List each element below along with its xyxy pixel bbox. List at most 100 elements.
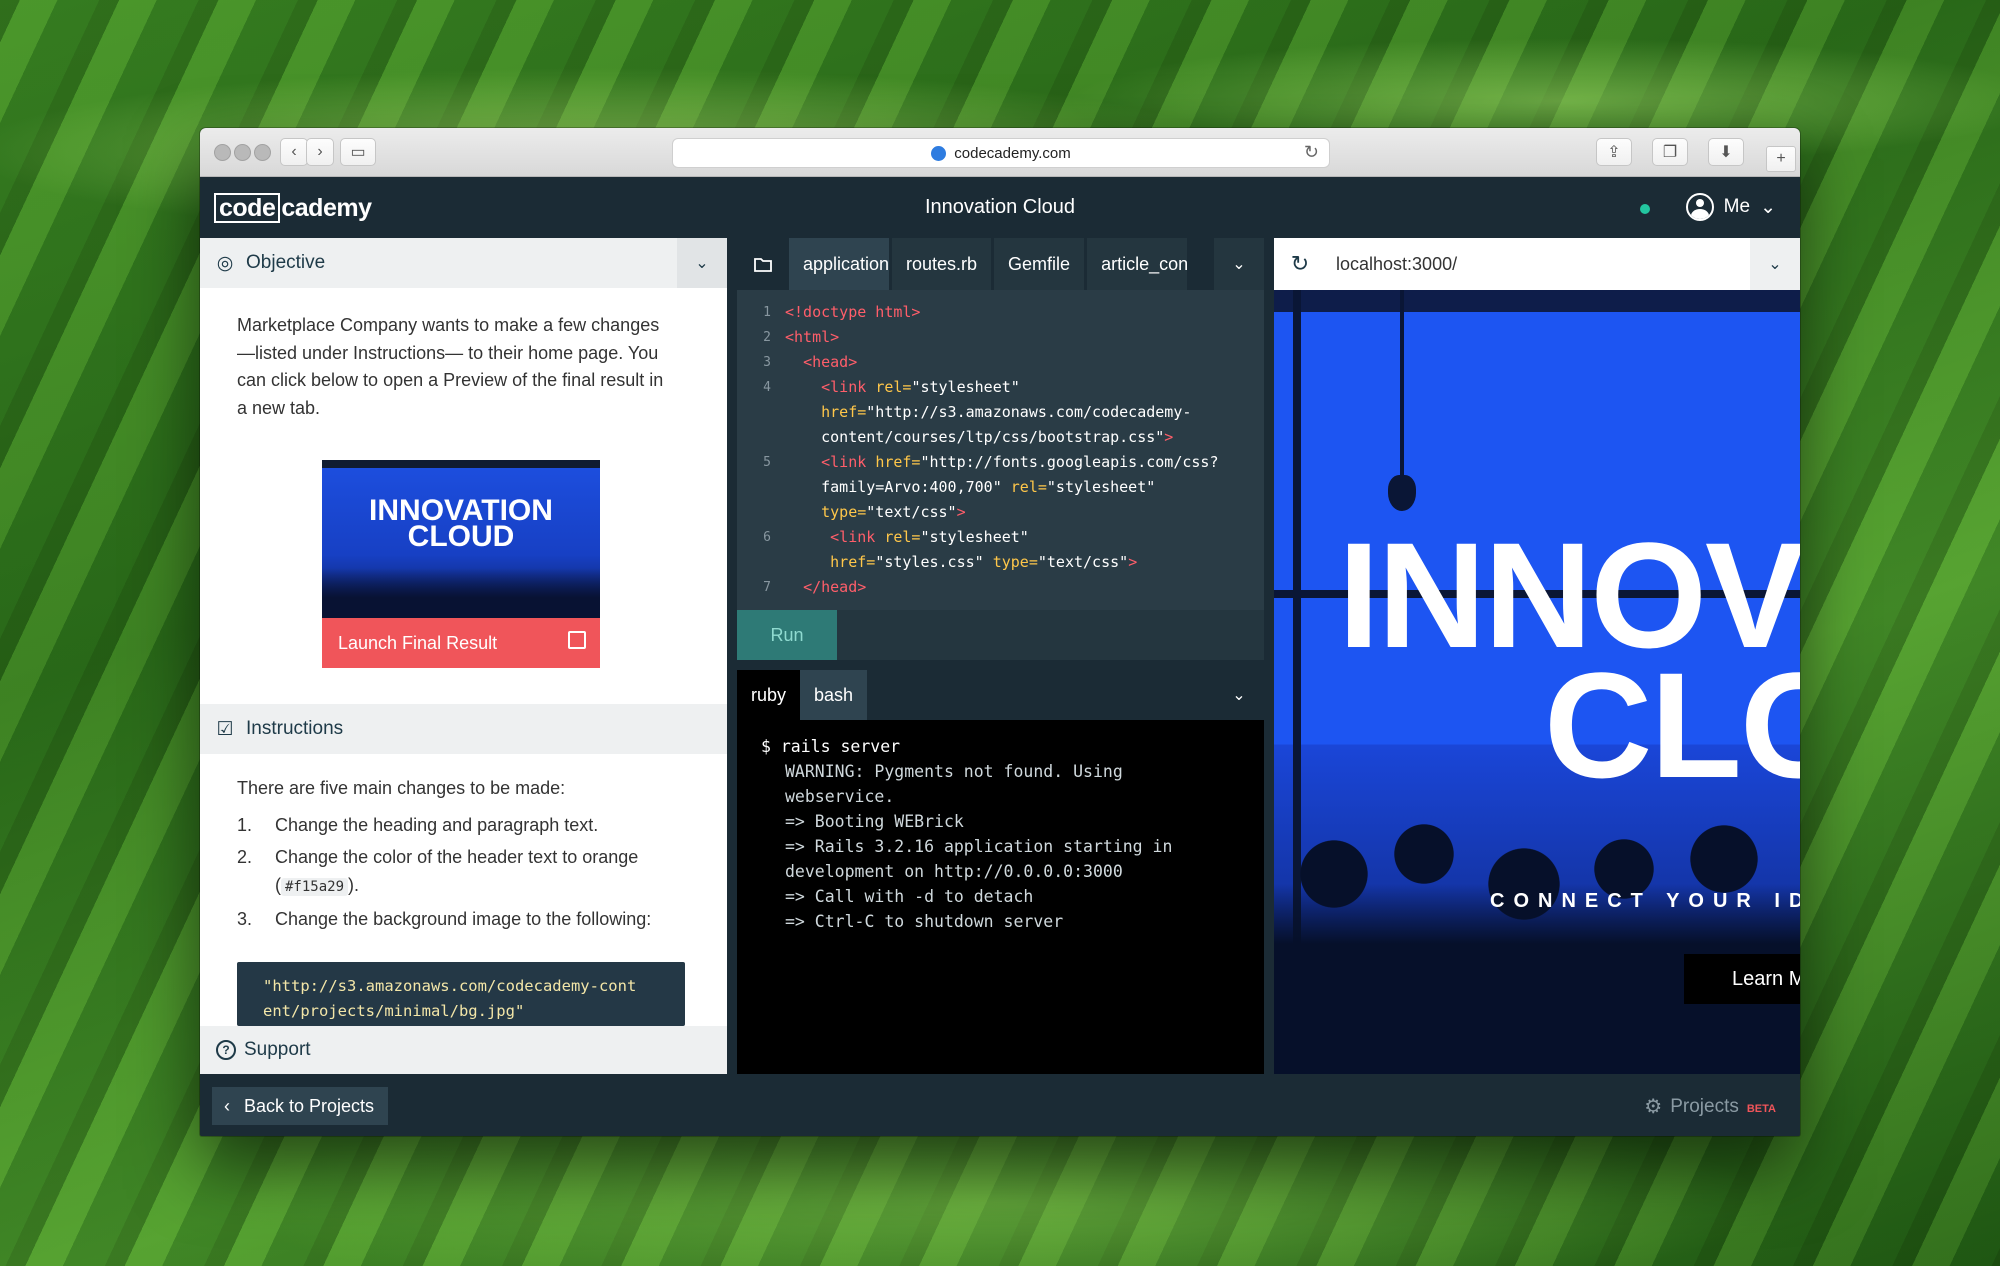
list-item-text: Change the background image to the follo… — [275, 909, 652, 929]
new-tab-icon[interactable]: + — [1766, 146, 1796, 172]
code-editor[interactable]: 1 <!doctype html> 2 <html> 3 <head> 4 <lin… — [737, 290, 1264, 610]
code-line: family=Arvo:400,700" rel="stylesheet" — [821, 478, 1156, 496]
instructions-intro: There are five main changes to be made: — [237, 778, 566, 798]
help-icon: ? — [216, 1040, 236, 1060]
checkbox-icon: ☑ — [216, 718, 234, 740]
code-line: 4 <link rel="stylesheet" — [763, 378, 1020, 396]
sidebar-toggle-icon[interactable]: ▭ — [340, 138, 376, 166]
instructions-section: ☑ Instructions — [200, 704, 727, 754]
app-footer: ‹ Back to Projects ⚙ Projects BETA — [200, 1074, 1800, 1136]
instructions-heading: Instructions — [246, 718, 344, 739]
code-line: 5 <link href="http://fonts.googleapis.co… — [763, 453, 1219, 471]
tabs-overview-icon[interactable]: ❐ — [1652, 138, 1688, 166]
projects-link[interactable]: ⚙ Projects BETA — [1644, 1094, 1776, 1119]
objective-heading: Objective — [246, 252, 326, 273]
tab-application[interactable]: application — [789, 238, 889, 290]
code-line: 7 </head> — [763, 578, 867, 596]
run-bar: Run — [737, 610, 1264, 660]
thumbnail-title: INNOVATION CLOUD — [369, 494, 553, 553]
preview-collapse-button[interactable]: ⌄ — [1750, 238, 1800, 290]
tab-gemfile[interactable]: Gemfile — [994, 238, 1085, 290]
user-menu-label: Me — [1723, 196, 1751, 217]
address-bar[interactable]: codecademy.com ↻ — [672, 138, 1330, 168]
preview-heading-line2: CLO — [1544, 641, 1800, 809]
reload-icon[interactable]: ↻ — [1304, 142, 1319, 163]
list-item-text-part: ). — [348, 875, 360, 895]
instructions-list: 1. Change the heading and paragraph text… — [237, 811, 727, 933]
preview-panel: ↻ localhost:3000/ ⌄ INNOV CLO CONNECT YO… — [1274, 238, 1800, 1074]
zoom-window-button[interactable] — [254, 144, 271, 161]
lamp-image — [1388, 475, 1416, 511]
back-to-projects-button[interactable]: ‹ Back to Projects — [212, 1087, 389, 1125]
share-icon[interactable]: ⇪ — [1596, 138, 1632, 166]
launch-final-result-button[interactable]: Launch Final Result — [322, 618, 600, 668]
support-label: Support — [244, 1039, 311, 1060]
code-line: 3 <head> — [763, 353, 858, 371]
objective-text: Marketplace Company wants to make a few … — [237, 315, 664, 418]
audience-silhouette-image — [1274, 814, 1800, 1074]
puzzle-icon: ⚙ — [1644, 1096, 1663, 1118]
back-to-projects-label: Back to Projects — [244, 1095, 375, 1116]
folder-icon[interactable] — [737, 238, 789, 290]
editor-panel: application routes.rb Gemfile article_co… — [737, 238, 1264, 1136]
code-line: 1 <!doctype html> — [763, 303, 921, 321]
beta-badge: BETA — [1746, 1102, 1776, 1115]
project-title: Innovation Cloud — [924, 196, 1076, 218]
objective-collapse-button[interactable]: ⌄ — [677, 238, 727, 288]
list-item: 1. Change the heading and paragraph text… — [237, 811, 727, 839]
preview-page: INNOV CLO CONNECT YOUR ID Learn M — [1274, 290, 1800, 1074]
list-item-text: Change the heading and paragraph text. — [275, 815, 599, 835]
color-code: #f15a29 — [281, 878, 349, 896]
instructions-body: There are five main changes to be made: … — [200, 778, 727, 937]
close-window-button[interactable] — [214, 144, 231, 161]
launch-final-result-label: Launch Final Result — [338, 632, 498, 653]
launch-final-result-card[interactable]: INNOVATION CLOUD Launch Final Result — [322, 460, 600, 668]
run-button[interactable]: Run — [737, 610, 837, 660]
projects-label: Projects — [1670, 1095, 1739, 1117]
browser-window: ‹ › ▭ codecademy.com ↻ ⇪ ❐ ⬇ + code cade… — [200, 128, 1800, 1136]
instructions-header[interactable]: ☑ Instructions — [200, 704, 727, 754]
code-line: 2 <html> — [763, 328, 840, 346]
lesson-panel: ◎ Objective ⌄ Marketplace Company wants … — [200, 238, 727, 1074]
tab-routes[interactable]: routes.rb — [892, 238, 992, 290]
globe-icon — [931, 145, 947, 161]
list-item-text: Change the color of the header text to o… — [275, 843, 727, 901]
preview-learn-more-button[interactable]: Learn M — [1684, 954, 1800, 1004]
file-tabs: application routes.rb Gemfile article_co… — [737, 238, 1264, 290]
preview-address-bar: ↻ localhost:3000/ ⌄ — [1274, 238, 1800, 290]
list-item-number: 1. — [237, 815, 253, 835]
final-result-thumbnail[interactable]: INNOVATION CLOUD — [322, 460, 600, 618]
target-icon: ◎ — [216, 252, 234, 274]
minimize-window-button[interactable] — [234, 144, 251, 161]
objective-header[interactable]: ◎ Objective ⌄ — [200, 238, 727, 288]
code-line: href="styles.css" type="text/css"> — [830, 553, 1138, 571]
address-bar-url: codecademy.com — [954, 144, 1071, 162]
code-line: href="http://s3.amazonaws.com/codecademy… — [821, 403, 1192, 421]
external-link-icon — [568, 631, 586, 649]
terminal-output[interactable]: $ rails server WARNING: Pygments not fou… — [737, 720, 1264, 1074]
chevron-left-icon: ‹ — [224, 1095, 230, 1116]
terminal-collapse-icon[interactable]: ⌄ — [1214, 670, 1264, 720]
tab-article[interactable]: article_con — [1087, 238, 1188, 290]
list-item: 3. Change the background image to the fo… — [237, 905, 727, 933]
back-nav-icon[interactable]: ‹ — [280, 138, 308, 166]
terminal-command: $ rails server — [761, 737, 901, 756]
support-button[interactable]: ? Support — [200, 1026, 727, 1074]
preview-tagline: CONNECT YOUR ID — [1490, 890, 1800, 912]
refresh-icon[interactable]: ↻ — [1274, 251, 1326, 277]
avatar-icon — [1685, 193, 1714, 221]
forward-nav-icon[interactable]: › — [306, 138, 334, 166]
user-menu[interactable]: Me ⌄ — [1685, 193, 1776, 221]
browser-toolbar: ‹ › ▭ codecademy.com ↻ ⇪ ❐ ⬇ + — [200, 128, 1800, 177]
chevron-down-icon: ⌄ — [1760, 196, 1776, 218]
preview-url[interactable]: localhost:3000/ — [1326, 254, 1457, 275]
list-item: 2. Change the color of the header text t… — [237, 843, 727, 901]
connection-status-icon — [1640, 204, 1650, 214]
downloads-icon[interactable]: ⬇ — [1708, 138, 1744, 166]
code-line: type="text/css"> — [821, 503, 966, 521]
code-line: content/courses/ltp/css/bootstrap.css"> — [821, 428, 1174, 446]
tab-ruby[interactable]: ruby — [737, 670, 801, 720]
tab-bash[interactable]: bash — [800, 670, 868, 720]
terminal-log: WARNING: Pygments not found. Using webse… — [785, 762, 1173, 931]
editor-collapse-button[interactable]: ⌄ — [1214, 238, 1264, 290]
